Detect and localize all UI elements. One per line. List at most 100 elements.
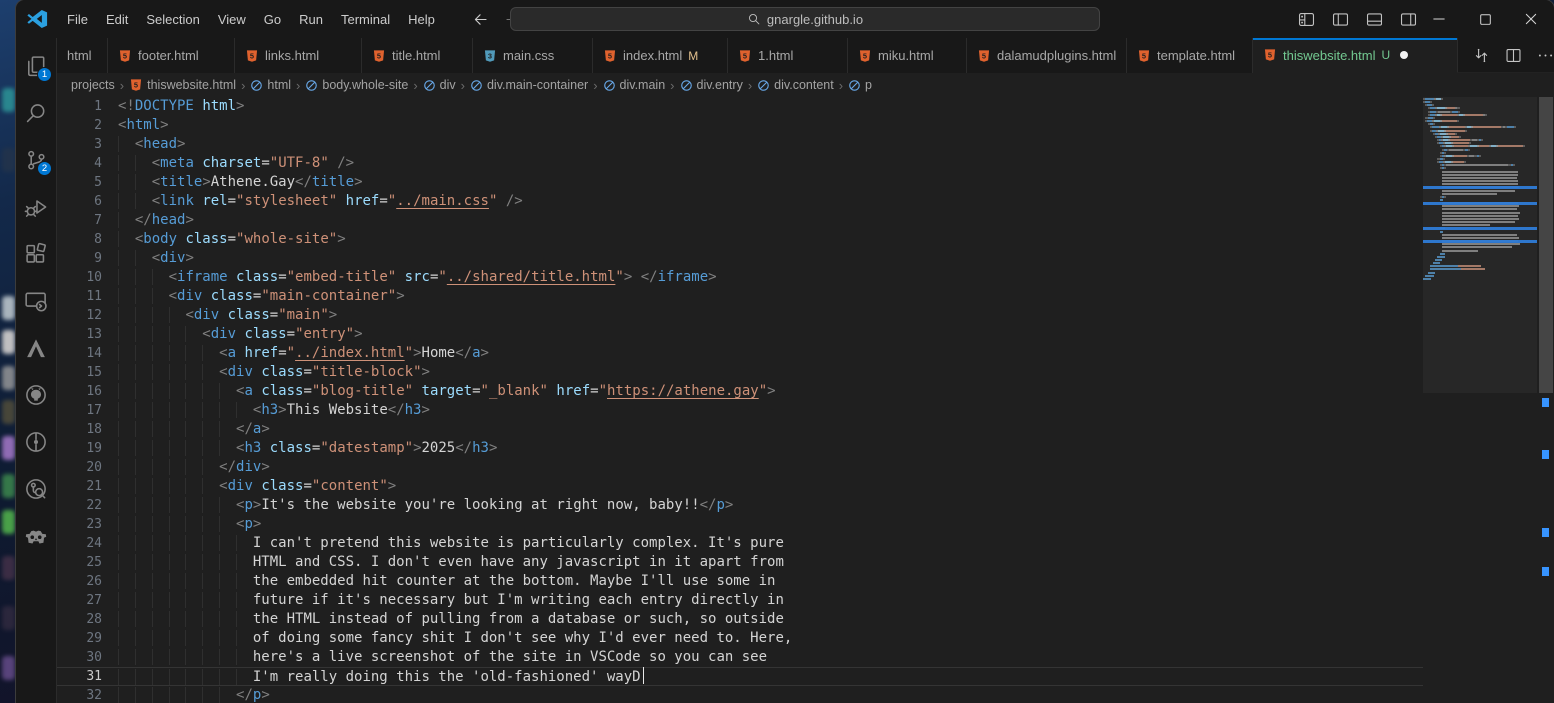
code-area[interactable]: 1<!DOCTYPE html>2<html>3 <head>4 <meta c… xyxy=(57,97,1423,703)
code-line-10[interactable]: 10 <iframe class="embed-title" src="../s… xyxy=(57,268,1423,287)
breadcrumb-item-div[interactable]: div xyxy=(422,78,457,92)
code-line-28[interactable]: 28 the HTML instead of pulling from a da… xyxy=(57,610,1423,629)
code-line-26[interactable]: 26 the embedded hit counter at the botto… xyxy=(57,572,1423,591)
activity-remote-explorer[interactable] xyxy=(16,277,56,324)
breadcrumb-item-div.main[interactable]: div.main xyxy=(602,78,667,92)
scrollbar-thumb[interactable] xyxy=(1539,97,1553,393)
line-number[interactable]: 20 xyxy=(57,458,102,477)
line-number[interactable]: 7 xyxy=(57,211,102,230)
line-number[interactable]: 6 xyxy=(57,192,102,211)
line-number[interactable]: 24 xyxy=(57,534,102,553)
code-line-2[interactable]: 2<html> xyxy=(57,116,1423,135)
code-line-16[interactable]: 16 <a class="blog-title" target="_blank"… xyxy=(57,382,1423,401)
line-number[interactable]: 25 xyxy=(57,553,102,572)
tab-thiswebsite.html[interactable]: 5thiswebsite.htmlU xyxy=(1253,38,1458,73)
breadcrumb-item-html[interactable]: html xyxy=(249,78,292,92)
tab-template.html[interactable]: 5template.html xyxy=(1127,38,1253,73)
code-line-1[interactable]: 1<!DOCTYPE html> xyxy=(57,97,1423,116)
breadcrumb-item-div.main-container[interactable]: div.main-container xyxy=(469,78,589,92)
menu-item-help[interactable]: Help xyxy=(399,7,444,32)
activity-godot[interactable] xyxy=(16,512,56,559)
tab-dalamudplugins.html[interactable]: 5dalamudplugins.html xyxy=(967,38,1127,73)
line-number[interactable]: 26 xyxy=(57,572,102,591)
line-number[interactable]: 12 xyxy=(57,306,102,325)
activity-github[interactable] xyxy=(16,371,56,418)
code-line-17[interactable]: 17 <h3>This Website</h3> xyxy=(57,401,1423,420)
line-number[interactable]: 29 xyxy=(57,629,102,648)
tab-links.html[interactable]: 5links.html xyxy=(235,38,362,73)
code-line-6[interactable]: 6 <link rel="stylesheet" href="../main.c… xyxy=(57,192,1423,211)
activity-explorer[interactable]: 1 xyxy=(16,42,56,89)
more-actions-button[interactable] xyxy=(1537,47,1554,64)
code-line-11[interactable]: 11 <div class="main-container"> xyxy=(57,287,1423,306)
line-number[interactable]: 17 xyxy=(57,401,102,420)
line-number[interactable]: 4 xyxy=(57,154,102,173)
vertical-scrollbar[interactable] xyxy=(1537,97,1554,703)
customize-layout-button[interactable] xyxy=(1292,5,1320,33)
minimap[interactable] xyxy=(1423,97,1537,703)
breadcrumb-item-p[interactable]: p xyxy=(847,78,873,92)
menu-item-selection[interactable]: Selection xyxy=(137,7,208,32)
menu-item-go[interactable]: Go xyxy=(255,7,290,32)
code-line-22[interactable]: 22 <p>It's the website you're looking at… xyxy=(57,496,1423,515)
code-line-23[interactable]: 23 <p> xyxy=(57,515,1423,534)
code-line-3[interactable]: 3 <head> xyxy=(57,135,1423,154)
activity-source-control[interactable]: 2 xyxy=(16,136,56,183)
code-line-21[interactable]: 21 <div class="content"> xyxy=(57,477,1423,496)
code-line-29[interactable]: 29 of doing some fancy shit I don't see … xyxy=(57,629,1423,648)
line-number[interactable]: 14 xyxy=(57,344,102,363)
tab-footer.html[interactable]: 5footer.html xyxy=(108,38,235,73)
activity-git-commit[interactable] xyxy=(16,418,56,465)
menu-item-edit[interactable]: Edit xyxy=(97,7,137,32)
line-number[interactable]: 11 xyxy=(57,287,102,306)
line-number[interactable]: 9 xyxy=(57,249,102,268)
line-number[interactable]: 16 xyxy=(57,382,102,401)
menu-item-terminal[interactable]: Terminal xyxy=(332,7,399,32)
breadcrumb-item-div.entry[interactable]: div.entry xyxy=(679,78,744,92)
code-line-15[interactable]: 15 <div class="title-block"> xyxy=(57,363,1423,382)
code-line-30[interactable]: 30 here's a live screenshot of the site … xyxy=(57,648,1423,667)
line-number[interactable]: 22 xyxy=(57,496,102,515)
line-number[interactable]: 3 xyxy=(57,135,102,154)
breadcrumb-item-body.whole-site[interactable]: body.whole-site xyxy=(304,78,409,92)
breadcrumb-item-div.content[interactable]: div.content xyxy=(756,78,835,92)
menu-item-run[interactable]: Run xyxy=(290,7,332,32)
code-line-25[interactable]: 25 HTML and CSS. I don't even have any j… xyxy=(57,553,1423,572)
code-line-20[interactable]: 20 </div> xyxy=(57,458,1423,477)
line-number[interactable]: 30 xyxy=(57,648,102,667)
breadcrumb-item-projects[interactable]: projects xyxy=(70,78,116,92)
code-line-4[interactable]: 4 <meta charset="UTF-8" /> xyxy=(57,154,1423,173)
arrow-left-button[interactable] xyxy=(470,8,492,30)
tab-title.html[interactable]: 5title.html xyxy=(362,38,473,73)
activity-search[interactable] xyxy=(16,89,56,136)
code-line-7[interactable]: 7 </head> xyxy=(57,211,1423,230)
line-number[interactable]: 21 xyxy=(57,477,102,496)
code-line-19[interactable]: 19 <h3 class="datestamp">2025</h3> xyxy=(57,439,1423,458)
split-editor-button[interactable] xyxy=(1505,47,1522,64)
line-number[interactable]: 32 xyxy=(57,686,102,703)
code-line-9[interactable]: 9 <div> xyxy=(57,249,1423,268)
line-number[interactable]: 8 xyxy=(57,230,102,249)
code-line-31[interactable]: 31 I'm really doing this the 'old-fashio… xyxy=(57,667,1423,686)
code-line-27[interactable]: 27 future if it's necessary but I'm writ… xyxy=(57,591,1423,610)
close-button[interactable] xyxy=(1508,0,1554,38)
toggle-sidebar-button[interactable] xyxy=(1326,5,1354,33)
code-line-13[interactable]: 13 <div class="entry"> xyxy=(57,325,1423,344)
tab-main.css[interactable]: 3main.css xyxy=(473,38,593,73)
code-line-32[interactable]: 32 </p> xyxy=(57,686,1423,703)
line-number[interactable]: 5 xyxy=(57,173,102,192)
line-number[interactable]: 18 xyxy=(57,420,102,439)
activity-run-debug[interactable] xyxy=(16,183,56,230)
line-number[interactable]: 28 xyxy=(57,610,102,629)
activity-a-logo[interactable] xyxy=(16,324,56,371)
line-number[interactable]: 2 xyxy=(57,116,102,135)
line-number[interactable]: 1 xyxy=(57,97,102,116)
line-number[interactable]: 13 xyxy=(57,325,102,344)
activity-extensions[interactable] xyxy=(16,230,56,277)
menu-item-view[interactable]: View xyxy=(209,7,255,32)
open-changes-button[interactable] xyxy=(1473,47,1490,64)
code-line-12[interactable]: 12 <div class="main"> xyxy=(57,306,1423,325)
tab-html[interactable]: html xyxy=(57,38,108,73)
line-number[interactable]: 31 xyxy=(57,667,102,686)
line-number[interactable]: 19 xyxy=(57,439,102,458)
